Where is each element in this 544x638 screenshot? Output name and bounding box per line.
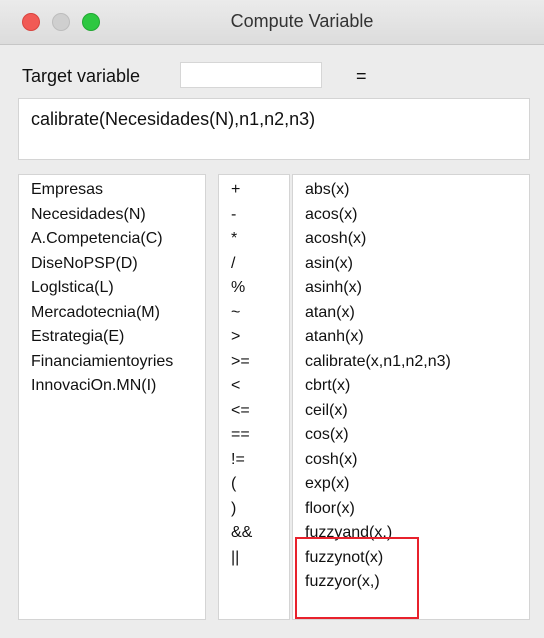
equals-sign: = (356, 66, 367, 86)
variable-list-item[interactable]: Financiamientoyries (19, 350, 205, 375)
variables-list[interactable]: Empresas Necesidades(N) A.Competencia(C) Di… (18, 174, 206, 620)
operator-list-item[interactable]: / (219, 252, 289, 277)
function-list-item[interactable]: atanh(x) (293, 325, 529, 350)
operators-list[interactable]: + - * /% ~ > >= < <= == !=() && || (218, 174, 290, 620)
operator-list-item[interactable]: % (219, 276, 289, 301)
function-list-item[interactable]: floor(x) (293, 497, 529, 522)
functions-list[interactable]: abs(x) acos(x) acosh(x) asin(x) asinh(x) atan… (292, 174, 530, 620)
variable-list-item[interactable]: InnovaciOn.MN(I) (19, 374, 205, 399)
operator-list-item[interactable]: ~ (219, 301, 289, 326)
function-list-item[interactable]: asinh(x) (293, 276, 529, 301)
function-list-item[interactable]: cosh(x) (293, 448, 529, 473)
operator-list-item[interactable]: != (219, 448, 289, 473)
operator-list-item[interactable]: == (219, 423, 289, 448)
operator-list-item[interactable]: ) (219, 497, 289, 522)
operator-list-item[interactable]: >= (219, 350, 289, 375)
function-list-item[interactable]: ceil(x) (293, 399, 529, 424)
function-list-item[interactable]: calibrate(x,n1,n2,n3) (293, 350, 529, 375)
operator-list-item[interactable]: * (219, 227, 289, 252)
function-list-item[interactable]: fuzzyor(x,) (293, 570, 529, 595)
expression-editor[interactable]: calibrate(Necesidades(N),n1,n2,n3) (18, 98, 530, 160)
operator-list-item[interactable]: ( (219, 472, 289, 497)
operator-list-item[interactable]: <= (219, 399, 289, 424)
operator-list-item[interactable]: + (219, 178, 289, 203)
function-list-item[interactable]: exp(x) (293, 472, 529, 497)
variable-list-item[interactable]: DiseNoPSP(D) (19, 252, 205, 277)
function-list-item[interactable]: abs(x) (293, 178, 529, 203)
function-list-item[interactable]: cbrt(x) (293, 374, 529, 399)
variable-list-item[interactable]: A.Competencia(C) (19, 227, 205, 252)
window-title: Compute Variable (230, 11, 374, 31)
function-list-item[interactable]: acosh(x) (293, 227, 529, 252)
variable-list-item[interactable]: Estrategia(E) (19, 325, 205, 350)
operator-list-item[interactable]: && (219, 521, 289, 546)
function-list-item[interactable]: fuzzyand(x,) (293, 521, 529, 546)
function-list-item[interactable]: atan(x) (293, 301, 529, 326)
operator-list-item[interactable]: < (219, 374, 289, 399)
function-list-item[interactable]: cos(x) (293, 423, 529, 448)
title-bar: Compute Variable (0, 0, 544, 45)
variable-list-item[interactable]: Necesidades(N) (19, 203, 205, 228)
target-variable-input[interactable] (180, 62, 322, 88)
variable-list-item[interactable]: Mercadotecnia(M) (19, 301, 205, 326)
function-list-item[interactable]: fuzzynot(x) (293, 546, 529, 571)
function-list-item[interactable]: asin(x) (293, 252, 529, 277)
operator-list-item[interactable]: > (219, 325, 289, 350)
function-list-item[interactable]: acos(x) (293, 203, 529, 228)
target-variable-label: Target variable (22, 66, 141, 86)
operator-list-item[interactable]: || (219, 546, 289, 571)
variable-list-item[interactable]: Loglstica(L) (19, 276, 205, 301)
operator-list-item[interactable]: - (219, 203, 289, 228)
variable-list-item[interactable]: Empresas (19, 178, 205, 203)
